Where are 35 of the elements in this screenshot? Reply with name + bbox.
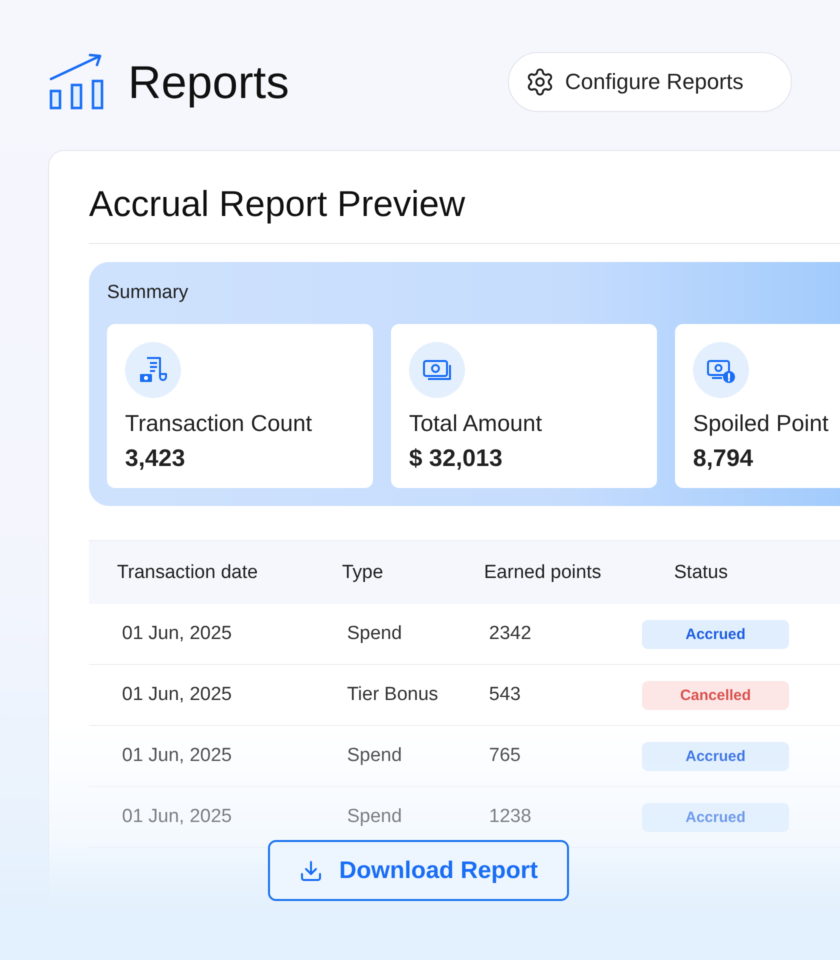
stat-label: Spoiled Point [693, 410, 830, 437]
points-cell-text: 765 [489, 745, 522, 767]
configure-reports-button[interactable]: Configure Reports [508, 52, 792, 112]
status-badge: Accrued [642, 742, 789, 770]
status-badge: Accrued [642, 802, 789, 832]
stat-label: Total Amount [409, 410, 543, 437]
download-report-button[interactable]: Download Report [268, 840, 569, 901]
type-cell-text: Spend [347, 806, 403, 828]
date-cell-text: 01 Jun, 2025 [122, 745, 233, 767]
stat-value: $ 32,013 [409, 445, 504, 473]
bar-chart-icon [48, 53, 106, 111]
receipt-icon [138, 355, 168, 385]
points-cell-text: 1238 [489, 806, 532, 828]
stat-label: Transaction Count [125, 410, 314, 437]
preview-title: Accrual Report Preview [89, 183, 840, 244]
type-cell-text: Spend [347, 623, 403, 645]
column-header: Transaction date [117, 562, 259, 584]
stat-value: 3,423 [125, 445, 186, 473]
settings-icon [525, 67, 555, 97]
date-cell-text: 01 Jun, 2025 [122, 806, 233, 828]
type-cell-text: Tier Bonus [347, 684, 440, 706]
column-header: Status [674, 562, 729, 584]
summary-label: Summary [107, 282, 190, 304]
stat-value: 8,794 [693, 445, 754, 473]
status-badge: Accrued [642, 620, 789, 648]
date-cell-text: 01 Jun, 2025 [122, 623, 233, 645]
page-title: Reports [128, 55, 290, 109]
date-cell-text: 01 Jun, 2025 [122, 684, 233, 706]
points-cell-text: 543 [489, 684, 522, 706]
download-icon [299, 858, 324, 882]
column-header: Type [342, 562, 384, 584]
column-header: Earned points [484, 562, 602, 584]
type-cell-text: Spend [347, 745, 403, 767]
points-cell-text: 2342 [489, 623, 532, 645]
status-badge: Cancelled [642, 680, 789, 710]
